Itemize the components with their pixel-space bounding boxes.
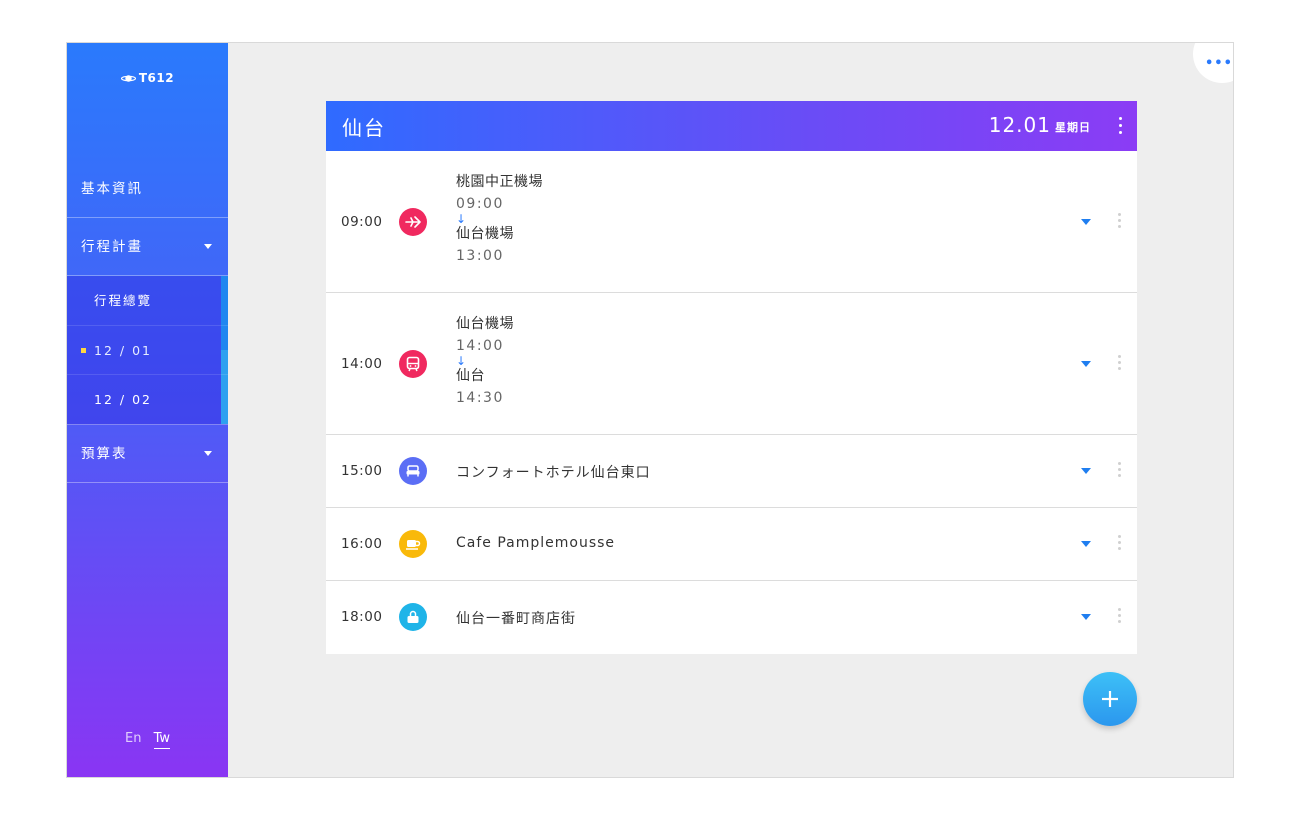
- expand-caret-icon[interactable]: [1081, 468, 1091, 474]
- route-to-place: 仙台: [456, 368, 485, 384]
- route-from-time: 14:00: [456, 338, 504, 354]
- schedule-card: 仙台 12.01 星期日 09:00 桃園中正機場 09:00 ↓ 仙台機場 13…: [326, 101, 1137, 654]
- place-name: コンフォートホテル仙台東口: [456, 465, 651, 481]
- sidebar-subitem-label: 行程總覽: [94, 293, 153, 308]
- city-title: 仙台: [342, 116, 386, 140]
- sidebar-subitem-day-1202[interactable]: 12 / 02: [67, 375, 228, 425]
- sidebar: T612 基本資訊 行程計畫 行程總覽 12 / 01 12 / 02 預算表 …: [67, 43, 228, 777]
- row-time: 09:00: [341, 214, 383, 230]
- chevron-down-icon: [204, 244, 212, 249]
- drag-handle-icon[interactable]: [1118, 355, 1121, 373]
- bus-icon: [399, 350, 427, 378]
- place-name: 仙台一番町商店街: [456, 611, 576, 627]
- language-switcher: En Tw: [67, 731, 228, 749]
- route-from-time: 09:00: [456, 196, 504, 212]
- app-window: T612 基本資訊 行程計畫 行程總覽 12 / 01 12 / 02 預算表 …: [66, 42, 1234, 778]
- sidebar-subitem-day-1201[interactable]: 12 / 01: [67, 326, 228, 375]
- route-from-place: 仙台機場: [456, 316, 514, 332]
- chevron-down-icon: [204, 450, 212, 456]
- place-name: Cafe Pamplemousse: [456, 535, 616, 551]
- row-time: 15:00: [341, 463, 383, 479]
- route-to-place: 仙台機場: [456, 226, 514, 242]
- place-detail: Cafe Pamplemousse: [456, 535, 615, 551]
- arrow-down-icon: ↓: [456, 212, 467, 226]
- shopping-bag-icon: [399, 603, 427, 631]
- schedule-row[interactable]: 09:00 桃園中正機場 09:00 ↓ 仙台機場 13:00: [326, 151, 1137, 293]
- date-label: 12.01 星期日: [989, 113, 1091, 137]
- row-time: 18:00: [341, 609, 383, 625]
- route-detail: 仙台機場 14:00 ↓ 仙台 14:30: [456, 315, 514, 408]
- sidebar-subitem-label: 12 / 01: [94, 342, 152, 358]
- brand[interactable]: T612: [67, 71, 228, 85]
- coffee-cup-icon: [399, 530, 427, 558]
- weekday-label: 星期日: [1055, 120, 1091, 134]
- sidebar-nav: 基本資訊 行程計畫 行程總覽 12 / 01 12 / 02 預算表: [67, 160, 228, 483]
- schedule-row[interactable]: 18:00 仙台一番町商店街: [326, 581, 1137, 654]
- active-marker-icon: [81, 347, 86, 353]
- language-option-en[interactable]: En: [125, 731, 141, 748]
- sidebar-subitem-label: 12 / 02: [94, 392, 152, 407]
- schedule-row[interactable]: 15:00 コンフォートホテル仙台東口: [326, 435, 1137, 508]
- brand-name: T612: [138, 71, 175, 85]
- route-to-time: 13:00: [456, 248, 504, 264]
- place-detail: コンフォートホテル仙台東口: [456, 462, 651, 482]
- arrow-down-icon: ↓: [456, 354, 467, 368]
- sidebar-item-itinerary[interactable]: 行程計畫: [67, 218, 228, 276]
- plus-icon: [1102, 691, 1118, 707]
- route-to-time: 14:30: [456, 390, 504, 406]
- place-detail: 仙台一番町商店街: [456, 608, 576, 628]
- expand-caret-icon[interactable]: [1081, 541, 1091, 547]
- drag-handle-icon[interactable]: [1118, 213, 1121, 231]
- planet-logo-icon: [120, 75, 136, 82]
- corner-menu-button[interactable]: •••: [1193, 43, 1233, 83]
- row-time: 14:00: [341, 356, 383, 372]
- route-from-place: 桃園中正機場: [456, 174, 543, 190]
- sidebar-item-budget[interactable]: 預算表: [67, 425, 228, 483]
- sidebar-item-basic-info[interactable]: 基本資訊: [67, 160, 228, 218]
- date-value: 12.01: [988, 113, 1051, 137]
- drag-handle-icon[interactable]: [1118, 535, 1121, 553]
- sidebar-subitem-overview[interactable]: 行程總覽: [67, 276, 228, 326]
- language-option-tw[interactable]: Tw: [153, 731, 170, 749]
- more-horizontal-icon: •••: [1205, 56, 1233, 71]
- add-schedule-button[interactable]: [1083, 672, 1137, 726]
- route-detail: 桃園中正機場 09:00 ↓ 仙台機場 13:00: [456, 173, 543, 266]
- hotel-bed-icon: [399, 457, 427, 485]
- schedule-row[interactable]: 16:00 Cafe Pamplemousse: [326, 508, 1137, 581]
- itinerary-subnav: 行程總覽 12 / 01 12 / 02: [67, 276, 228, 425]
- drag-handle-icon[interactable]: [1118, 608, 1121, 626]
- row-time: 16:00: [341, 536, 383, 552]
- expand-caret-icon[interactable]: [1081, 361, 1091, 367]
- sidebar-item-label: 基本資訊: [81, 181, 143, 197]
- schedule-row[interactable]: 14:00 仙台機場 14:00 ↓ 仙台 14:30: [326, 293, 1137, 435]
- more-vertical-icon[interactable]: [1119, 117, 1123, 137]
- airplane-icon: [399, 208, 427, 236]
- sidebar-item-label: 預算表: [81, 445, 128, 462]
- expand-caret-icon[interactable]: [1081, 219, 1091, 225]
- sidebar-item-label: 行程計畫: [81, 239, 143, 255]
- drag-handle-icon[interactable]: [1118, 462, 1121, 480]
- card-header: 仙台 12.01 星期日: [326, 101, 1137, 151]
- expand-caret-icon[interactable]: [1081, 614, 1091, 620]
